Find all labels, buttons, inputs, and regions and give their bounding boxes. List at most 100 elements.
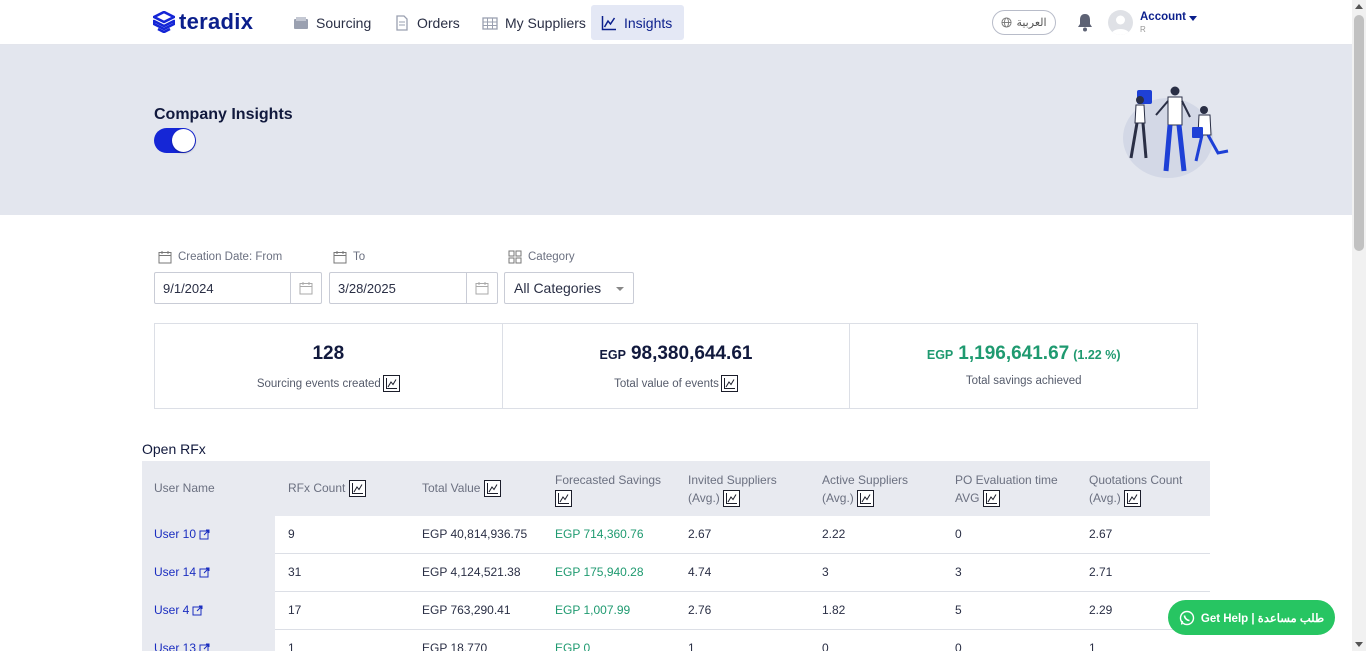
chart-icon (558, 493, 569, 505)
account-initial: R (1140, 25, 1146, 34)
stat-label-text: Sourcing events created (256, 377, 381, 390)
nav-my-suppliers[interactable]: My Suppliers (472, 5, 596, 40)
stat-events-created: 128 Sourcing events created (155, 324, 503, 408)
col-quotations-count: Quotations Count (Avg.) (1089, 471, 1204, 508)
stat-value: EGP 1,196,641.67 (1.22 %) (850, 343, 1197, 365)
scroll-down-arrow-icon[interactable] (1355, 642, 1363, 647)
events-count: 128 (312, 343, 345, 364)
stat-label-text: Total savings achieved (965, 375, 1082, 387)
user-link[interactable]: User 4 (154, 603, 203, 617)
to-date-picker-button[interactable] (466, 273, 497, 303)
to-date-input[interactable]: 3/28/2025 (329, 272, 498, 304)
nav-orders-label: Orders (417, 14, 460, 31)
table-row: User 4 17 EGP 763,290.41 EGP 1,007.99 2.… (142, 592, 1210, 630)
category-value: All Categories (514, 280, 602, 296)
team-illustration (1123, 86, 1229, 178)
chart-icon (723, 378, 735, 389)
category-select[interactable]: All Categories (504, 272, 634, 304)
nav-insights[interactable]: Insights (591, 5, 684, 40)
whatsapp-icon (1179, 610, 1195, 625)
stats-panel: 128 Sourcing events created EGP 98,380,64… (154, 323, 1198, 409)
po-evaluation-time: 5 (955, 603, 962, 617)
nav-my-suppliers-label: My Suppliers (505, 14, 586, 31)
invited-suppliers: 1 (688, 641, 695, 651)
header-text: Forecasted Savings (555, 473, 662, 487)
company-insights-toggle[interactable] (154, 128, 196, 153)
nav-sourcing[interactable]: Sourcing (283, 5, 381, 40)
avatar[interactable] (1108, 10, 1133, 35)
stat-label: Sourcing events created (155, 375, 502, 392)
chart-icon (601, 15, 616, 30)
language-label: العربية (1016, 17, 1047, 29)
forecasted-savings: EGP 175,940.28 (555, 565, 644, 579)
chart-icon (1127, 493, 1139, 505)
user-name: User 4 (154, 603, 190, 617)
external-link-icon (199, 529, 210, 539)
total-value: EGP 18,770 (422, 641, 488, 651)
active-suppliers: 2.22 (822, 527, 846, 541)
user-link[interactable]: User 10 (154, 527, 210, 541)
scroll-up-arrow-icon[interactable] (1355, 4, 1363, 9)
account-label[interactable]: Account (1140, 11, 1186, 23)
chart-button[interactable] (555, 490, 572, 508)
savings-value: 1,196,641.67 (958, 343, 1070, 364)
chart-icon (486, 483, 498, 495)
calendar-icon (299, 282, 313, 295)
bell-icon[interactable] (1076, 12, 1094, 32)
chart-button[interactable] (348, 480, 366, 498)
quotations-count: 1 (1089, 641, 1096, 651)
calendar-icon (475, 282, 489, 295)
chart-button[interactable] (723, 490, 741, 508)
scrollbar-thumb[interactable] (1354, 15, 1364, 251)
user-link[interactable]: User 13 (154, 641, 210, 651)
chevron-down-icon[interactable] (1189, 16, 1197, 21)
chart-button[interactable] (720, 375, 738, 392)
header-text: PO Evaluation time AVG (955, 473, 1058, 505)
calendar-icon (333, 251, 347, 264)
scrollbar[interactable] (1352, 0, 1366, 651)
col-total-value: Total Value (422, 479, 522, 498)
grid-icon (482, 16, 498, 30)
chart-button[interactable] (857, 490, 875, 508)
chart-button[interactable] (1124, 490, 1142, 508)
document-icon (396, 14, 408, 31)
header-text: RFx Count (288, 481, 346, 495)
globe-icon (1001, 17, 1013, 28)
po-evaluation-time: 3 (955, 565, 962, 579)
nav-orders[interactable]: Orders (384, 5, 470, 40)
stat-value: EGP 98,380,644.61 (503, 343, 850, 365)
logo[interactable]: teradix (153, 9, 253, 35)
user-name: User 13 (154, 641, 197, 651)
external-link-icon (192, 605, 203, 615)
total-value: EGP 40,814,936.75 (422, 527, 528, 541)
stat-label-text: Total value of events (614, 377, 719, 390)
teradix-logo-icon (153, 11, 175, 33)
logo-text: teradix (179, 9, 254, 34)
stat-value: 128 (155, 343, 502, 365)
rfx-count: 31 (288, 565, 302, 579)
chart-button[interactable] (382, 375, 400, 392)
table-row: User 13 1 EGP 18,770 EGP 0 1 0 0 1 (142, 630, 1210, 651)
rfx-count: 9 (288, 527, 295, 541)
forecasted-savings: EGP 714,360.76 (555, 527, 644, 541)
from-date-picker-button[interactable] (290, 273, 321, 303)
quotations-count: 2.71 (1089, 565, 1113, 579)
chart-icon (985, 493, 997, 505)
top-nav: teradix Sourcing Orders My Suppliers Ins… (0, 0, 1352, 45)
insights-header: Company Insights (0, 45, 1352, 215)
active-suppliers: 0 (822, 641, 829, 651)
get-help-button[interactable]: Get Help | طلب مساعدة (1168, 600, 1335, 635)
col-active-suppliers: Active Suppliers (Avg.) (822, 471, 927, 508)
invited-suppliers: 2.76 (688, 603, 712, 617)
calendar-icon (158, 251, 172, 264)
chart-button[interactable] (483, 480, 501, 498)
external-link-icon (199, 643, 210, 651)
currency: EGP (926, 348, 954, 362)
chart-button[interactable] (982, 490, 1000, 508)
col-forecasted-savings: Forecasted Savings (555, 471, 667, 508)
from-date-input[interactable]: 9/1/2024 (154, 272, 322, 304)
po-evaluation-time: 0 (955, 641, 962, 651)
rfx-count: 17 (288, 603, 302, 617)
user-link[interactable]: User 14 (154, 565, 210, 579)
language-switch[interactable]: العربية (992, 10, 1056, 35)
